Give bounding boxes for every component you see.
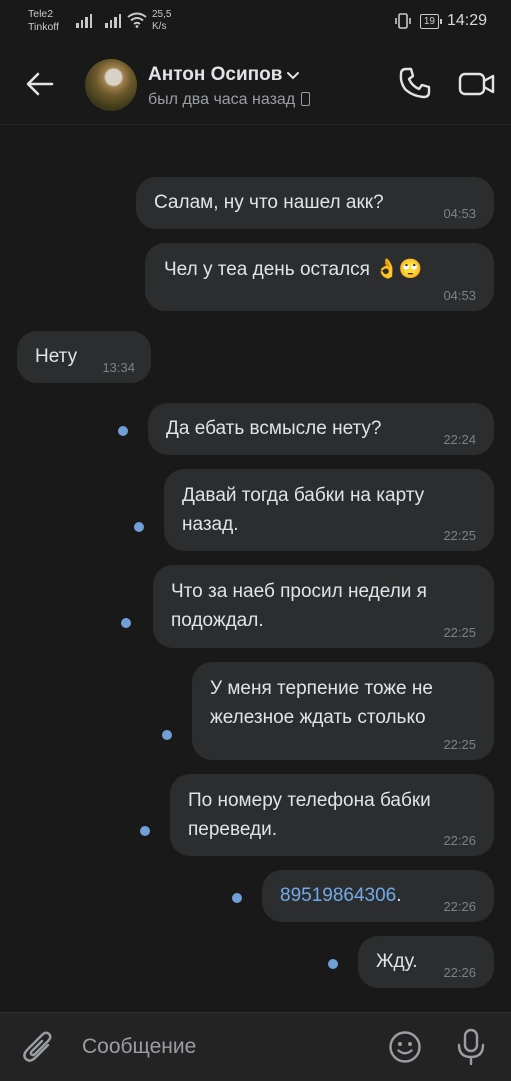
message-bubble[interactable]: Жду. 22:26 [358, 936, 494, 988]
message-time: 22:25 [443, 737, 476, 752]
message-text: Да ебать всмысле нету? [166, 418, 382, 439]
carrier-1: Tele2 [28, 8, 54, 20]
contact-name[interactable]: Антон Осипов [148, 64, 300, 86]
last-seen-status: был два часа назад [148, 91, 311, 109]
message-bubble[interactable]: Давай тогда бабки на карту назад. 22:25 [164, 469, 494, 551]
message-time: 22:25 [443, 528, 476, 543]
phone-number-link[interactable]: 89519864306 [280, 885, 396, 906]
status-time: 14:29 [446, 12, 487, 29]
carrier-labels: Tele2 Tinkoff [28, 8, 59, 34]
wifi-icon [127, 12, 147, 28]
network-speed: 25,5 K/s [152, 9, 172, 32]
message-text: Жду. [376, 951, 418, 972]
message-input-bar: Сообщение [0, 1012, 511, 1081]
message-bubble[interactable]: Чел у теа день остался 👌🙄 04:53 [145, 243, 494, 311]
back-arrow-icon[interactable] [24, 68, 56, 100]
signal-1-icon [76, 12, 92, 28]
chat-header: Антон Осипов был два часа назад [0, 44, 511, 125]
attach-icon[interactable] [22, 1029, 56, 1065]
unread-dot [121, 618, 131, 628]
avatar[interactable] [85, 59, 137, 111]
message-bubble[interactable]: 89519864306. 22:26 [262, 870, 494, 922]
message-text: Что за наеб просил недели я подождал. [171, 581, 427, 631]
message-time: 13:34 [102, 360, 135, 375]
unread-dot [118, 426, 128, 436]
unread-dot [140, 826, 150, 836]
chevron-down-icon [287, 71, 300, 80]
message-time: 22:26 [443, 833, 476, 848]
vibrate-icon [395, 13, 411, 29]
unread-dot [134, 522, 144, 532]
message-text: Салам, ну что нашел акк? [154, 192, 384, 213]
video-call-icon[interactable] [458, 68, 496, 100]
signal-2-icon [105, 12, 121, 28]
message-time: 04:53 [443, 288, 476, 303]
carrier-2: Tinkoff [28, 21, 59, 33]
message-time: 04:53 [443, 206, 476, 221]
microphone-icon[interactable] [455, 1028, 487, 1066]
message-bubble[interactable]: По номеру телефона бабки переведи. 22:26 [170, 774, 494, 856]
unread-dot [232, 893, 242, 903]
unread-dot [328, 959, 338, 969]
mobile-device-icon [301, 92, 311, 106]
message-bubble[interactable]: У меня терпение тоже не железное ждать с… [192, 662, 494, 760]
message-bubble-incoming[interactable]: Нету 13:34 [17, 331, 151, 383]
message-text: По номеру телефона бабки переведи. [188, 790, 431, 840]
message-time: 22:26 [443, 965, 476, 980]
message-text: Давай тогда бабки на карту назад. [182, 485, 425, 535]
message-input[interactable]: Сообщение [82, 1035, 196, 1059]
message-bubble[interactable]: Что за наеб просил недели я подождал. 22… [153, 565, 494, 648]
emoji-icon[interactable] [388, 1030, 422, 1064]
message-time: 22:24 [443, 432, 476, 447]
message-time: 22:25 [443, 625, 476, 640]
status-bar: Tele2 Tinkoff 25,5 K/s 19 14:29 [0, 0, 511, 44]
message-bubble[interactable]: Салам, ну что нашел акк? 04:53 [136, 177, 494, 229]
message-bubble[interactable]: Да ебать всмысле нету? 22:24 [148, 403, 494, 455]
unread-dot [162, 730, 172, 740]
message-text: У меня терпение тоже не железное ждать с… [210, 678, 433, 728]
battery-icon: 19 [419, 13, 443, 29]
phone-icon[interactable] [398, 66, 432, 100]
message-time: 22:26 [443, 899, 476, 914]
message-text: Чел у теа день остался 👌🙄 [164, 259, 423, 280]
